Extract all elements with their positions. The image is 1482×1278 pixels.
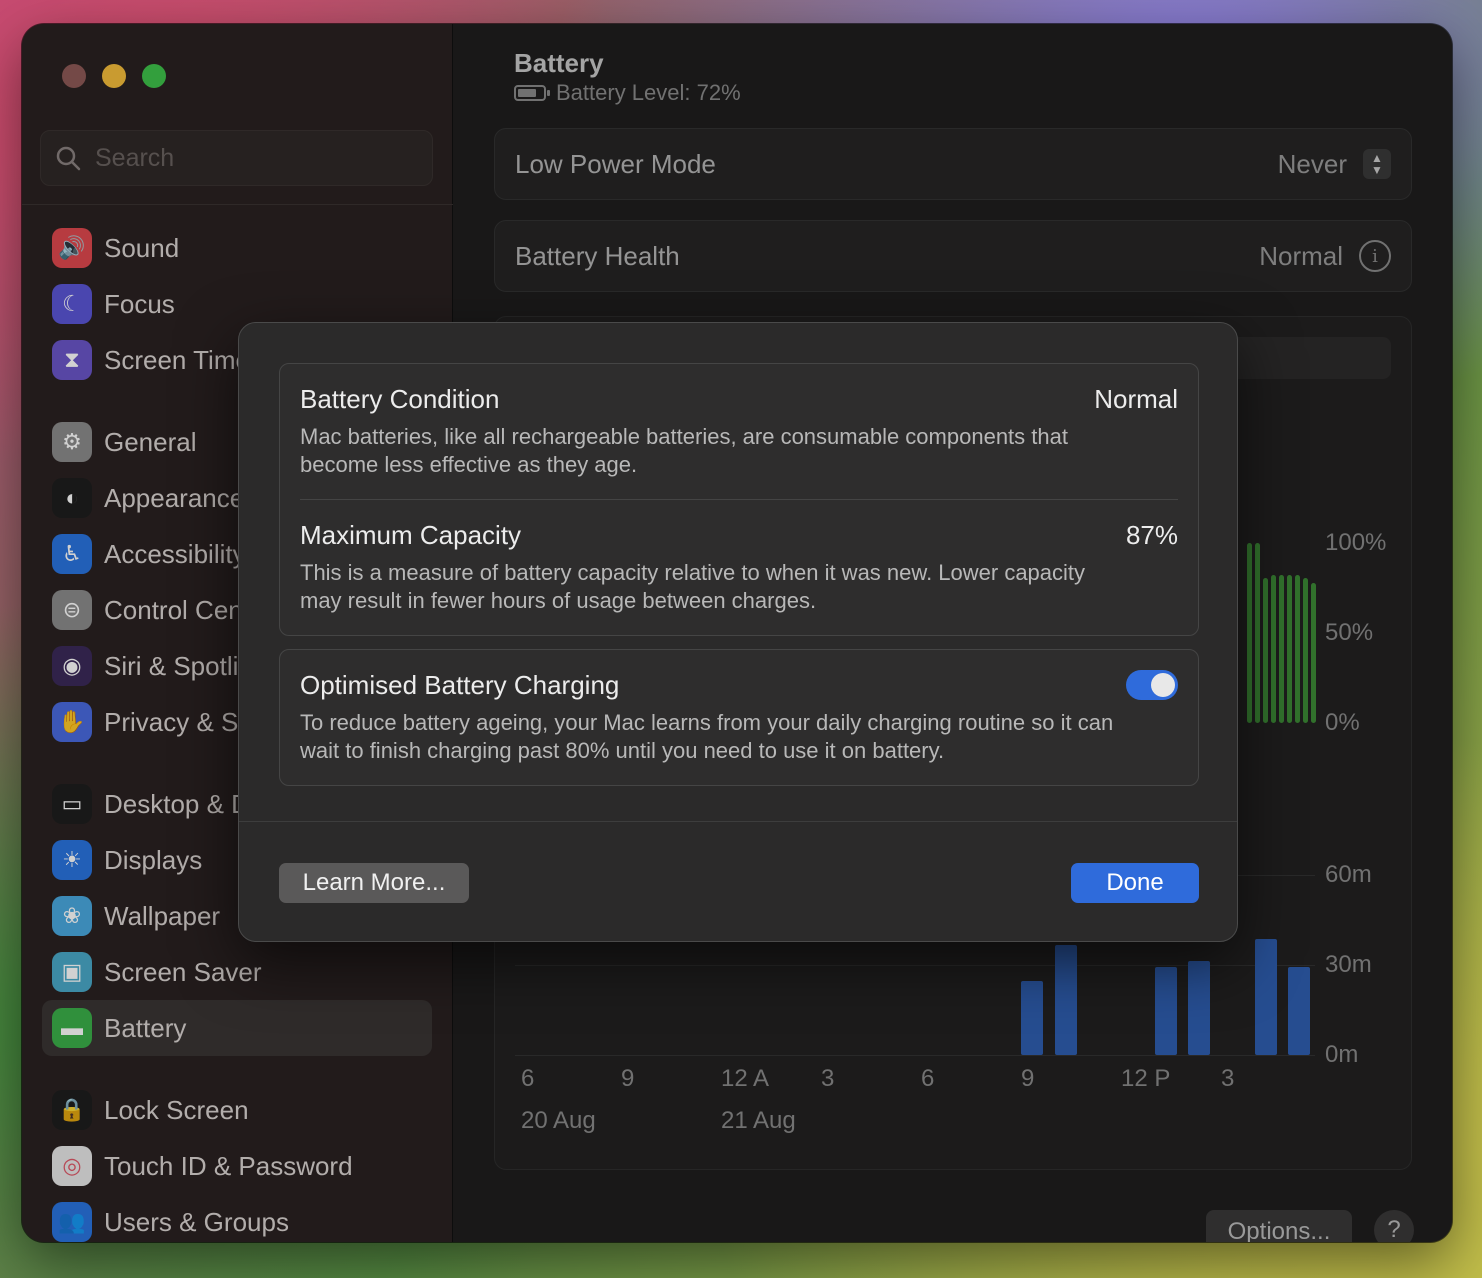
maximum-capacity-value: 87% [1125, 520, 1178, 550]
learn-more-button[interactable]: Learn More... [279, 863, 469, 903]
battery-info-card: Battery Condition Normal Mac batteries, … [279, 363, 1199, 636]
battery-condition-row: Battery Condition Normal Mac batteries, … [280, 364, 1198, 499]
sheet-divider [239, 821, 1237, 822]
optimised-charging-title: Optimised Battery Charging [300, 670, 620, 700]
battery-condition-desc: Mac batteries, like all rechargeable bat… [300, 424, 1068, 477]
battery-condition-title: Battery Condition [300, 384, 500, 414]
optimised-charging-card: Optimised Battery Charging To reduce bat… [279, 649, 1199, 786]
maximum-capacity-title: Maximum Capacity [300, 520, 522, 550]
maximum-capacity-desc: This is a measure of battery capacity re… [300, 560, 1086, 613]
optimised-charging-toggle[interactable] [1126, 670, 1178, 700]
battery-health-sheet: Battery Condition Normal Mac batteries, … [238, 322, 1238, 942]
battery-condition-value: Normal [1094, 384, 1178, 414]
optimised-charging-desc: To reduce battery ageing, your Mac learn… [300, 710, 1114, 763]
done-button[interactable]: Done [1071, 863, 1199, 903]
maximum-capacity-row: Maximum Capacity 87% This is a measure o… [280, 500, 1198, 635]
optimised-charging-row: Optimised Battery Charging To reduce bat… [280, 650, 1198, 785]
